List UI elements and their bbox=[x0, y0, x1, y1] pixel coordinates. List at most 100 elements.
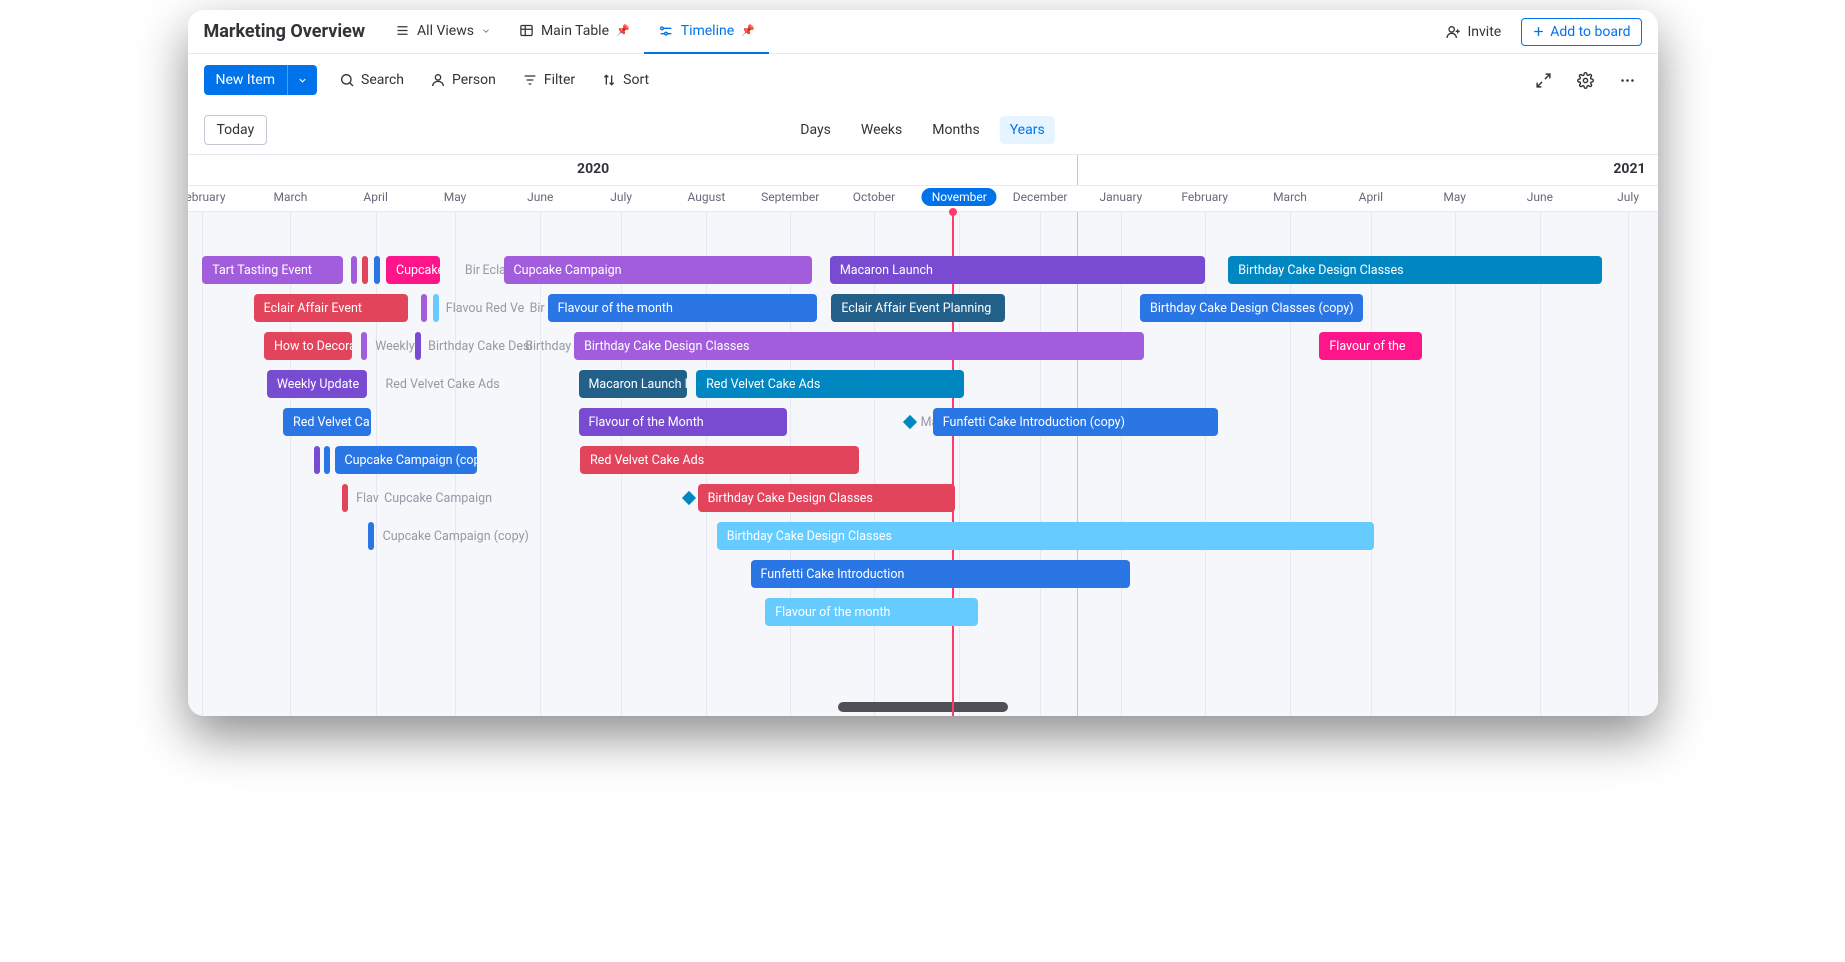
timeline-bar-stub[interactable] bbox=[342, 484, 348, 512]
timeline-bar[interactable]: Red Velvet Cake Ads bbox=[696, 370, 964, 398]
month-label[interactable]: December bbox=[1013, 190, 1068, 204]
timeline-bar-stub[interactable] bbox=[421, 294, 427, 322]
new-item-button[interactable]: New Item bbox=[204, 65, 288, 95]
month-label[interactable]: April bbox=[1359, 190, 1383, 204]
timeline-bar[interactable]: Flavour of the month bbox=[765, 598, 978, 626]
filter-button[interactable]: Filter bbox=[518, 68, 579, 92]
month-label[interactable]: February bbox=[188, 190, 226, 204]
timeline-bar[interactable]: Flavour of the bbox=[1319, 332, 1422, 360]
timeline-bar[interactable]: Flavour of the month bbox=[548, 294, 817, 322]
timeline-milestone[interactable] bbox=[903, 415, 917, 429]
timeline-bar[interactable]: Birthday Cake Design Classes bbox=[698, 484, 955, 512]
timeline-bar[interactable]: Cupcake bbox=[386, 256, 440, 284]
tab-timeline[interactable]: Timeline 📌 bbox=[644, 10, 769, 54]
fullscreen-button[interactable] bbox=[1530, 66, 1558, 94]
add-to-board-button[interactable]: Add to board bbox=[1521, 18, 1641, 46]
board-title: Marketing Overview bbox=[204, 21, 366, 42]
month-label[interactable]: September bbox=[761, 190, 819, 204]
gridline bbox=[540, 212, 541, 716]
timeline-bar[interactable]: Flavour of the Month bbox=[579, 408, 788, 436]
dots-icon bbox=[1619, 72, 1636, 89]
invite-button[interactable]: Invite bbox=[1435, 18, 1511, 46]
person-button[interactable]: Person bbox=[426, 68, 500, 92]
timeline-bar[interactable]: Birthday Cake Design Classes bbox=[574, 332, 1144, 360]
timeline-bar[interactable]: Eclair Affair Event bbox=[254, 294, 408, 322]
timeline-bar-stub[interactable] bbox=[368, 522, 374, 550]
month-label[interactable]: May bbox=[444, 190, 467, 204]
gridline bbox=[1121, 212, 1122, 716]
timeline-bar-stub[interactable] bbox=[351, 256, 357, 284]
month-label[interactable]: March bbox=[1273, 190, 1307, 204]
timeline-truncated-label[interactable]: Cupcake Campaign (copy) bbox=[379, 522, 529, 550]
timeline-bar[interactable]: Funfetti Cake Introduction bbox=[751, 560, 1130, 588]
timeline-bar[interactable]: Macaron Launch bbox=[830, 256, 1205, 284]
tab-main-table[interactable]: Main Table 📌 bbox=[505, 10, 644, 54]
timeline-bar[interactable]: Cupcake Campaign (cop bbox=[335, 446, 478, 474]
timeline-bar[interactable]: Funfetti Cake Introduction (copy) bbox=[933, 408, 1218, 436]
timeline-truncated-label[interactable]: Bir bbox=[526, 294, 545, 322]
timeline-bar[interactable]: Birthday Cake Design Classes (copy) bbox=[1140, 294, 1363, 322]
horizontal-scrollbar[interactable] bbox=[838, 702, 1008, 712]
month-label[interactable]: April bbox=[363, 190, 387, 204]
timeline-bar[interactable]: Weekly Update bbox=[267, 370, 367, 398]
year-header: 20202021 bbox=[188, 154, 1658, 186]
month-label[interactable]: July bbox=[610, 190, 632, 204]
timeline-bar-stub[interactable] bbox=[433, 294, 439, 322]
sort-icon bbox=[601, 72, 617, 88]
month-label[interactable]: February bbox=[1181, 190, 1228, 204]
month-label[interactable]: October bbox=[853, 190, 895, 204]
month-label[interactable]: June bbox=[527, 190, 553, 204]
month-current[interactable]: November bbox=[922, 188, 997, 206]
timeline-truncated-label[interactable]: Flav bbox=[352, 484, 379, 512]
chevron-down-icon bbox=[297, 75, 308, 86]
search-button[interactable]: Search bbox=[335, 68, 408, 92]
person-label: Person bbox=[452, 72, 496, 88]
timeline-truncated-label[interactable]: Flavou bbox=[442, 294, 483, 322]
timeline-bar[interactable]: Red Velvet Cake Ads bbox=[580, 446, 859, 474]
filter-icon bbox=[522, 72, 538, 88]
timeline-bar[interactable]: How to Decora bbox=[264, 332, 352, 360]
timeline-bar[interactable]: Birthday Cake Design Classes bbox=[717, 522, 1374, 550]
zoom-weeks[interactable]: Weeks bbox=[851, 116, 912, 144]
settings-button[interactable] bbox=[1572, 66, 1600, 94]
timeline-bar[interactable]: Eclair Affair Event Planning bbox=[831, 294, 1004, 322]
zoom-months[interactable]: Months bbox=[922, 116, 989, 144]
timeline-bar[interactable]: Tart Tasting Event bbox=[202, 256, 343, 284]
timeline-bar[interactable]: Macaron Launch Pa bbox=[579, 370, 688, 398]
timeline-bar-stub[interactable] bbox=[415, 332, 421, 360]
more-button[interactable] bbox=[1614, 66, 1642, 94]
timeline-canvas[interactable]: BirEclaCupcakeTart Tasting EventCupcake … bbox=[188, 212, 1658, 716]
timeline-bar-stub[interactable] bbox=[374, 256, 380, 284]
month-label[interactable]: August bbox=[687, 190, 725, 204]
timeline-truncated-label[interactable]: Red Velvet Cake Ads bbox=[382, 370, 500, 398]
timeline-truncated-label[interactable]: Red Ve bbox=[482, 294, 525, 322]
today-button[interactable]: Today bbox=[204, 115, 268, 145]
timeline-bar-stub[interactable] bbox=[362, 256, 368, 284]
timeline-bar[interactable]: Red Velvet Ca bbox=[283, 408, 371, 436]
month-label[interactable]: March bbox=[273, 190, 307, 204]
expand-icon bbox=[1535, 72, 1552, 89]
timeline-bar-stub[interactable] bbox=[324, 446, 330, 474]
gridline bbox=[202, 212, 203, 716]
month-label[interactable]: June bbox=[1527, 190, 1553, 204]
timeline-truncated-label[interactable]: Bir bbox=[461, 256, 480, 284]
zoom-years[interactable]: Years bbox=[1000, 116, 1055, 144]
zoom-days[interactable]: Days bbox=[790, 116, 841, 144]
timeline-bar-stub[interactable] bbox=[314, 446, 320, 474]
sort-button[interactable]: Sort bbox=[597, 68, 653, 92]
timeline-bar[interactable]: Cupcake Campaign bbox=[504, 256, 813, 284]
timeline-truncated-label[interactable]: Birthday bbox=[521, 332, 571, 360]
gridline bbox=[290, 212, 291, 716]
timeline-truncated-label[interactable]: Weekly bbox=[371, 332, 414, 360]
month-label[interactable]: May bbox=[1443, 190, 1466, 204]
timeline-bar[interactable]: Birthday Cake Design Classes bbox=[1228, 256, 1601, 284]
timeline-bar-stub[interactable] bbox=[361, 332, 367, 360]
tab-all-views[interactable]: All Views bbox=[381, 10, 505, 54]
month-label[interactable]: July bbox=[1617, 190, 1639, 204]
timeline-truncated-label[interactable]: Cupcake Campaign bbox=[380, 484, 492, 512]
timeline-truncated-label[interactable]: Birthday Cake Desi bbox=[424, 332, 532, 360]
new-item-dropdown[interactable] bbox=[287, 65, 317, 95]
timeline-truncated-label[interactable]: Ecla bbox=[479, 256, 506, 284]
month-label[interactable]: January bbox=[1100, 190, 1143, 204]
timeline-milestone[interactable] bbox=[682, 491, 696, 505]
